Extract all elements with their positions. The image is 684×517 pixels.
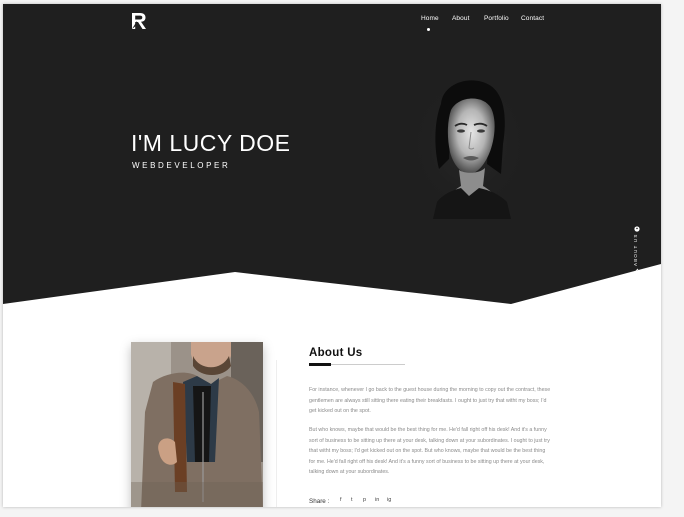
main-nav: Home About Portfolio Contact (3, 15, 661, 35)
hero-title: I'M LUCY DOE (131, 130, 291, 156)
nav-item-portfolio[interactable]: Portfolio (484, 15, 509, 22)
share-label: Share : (309, 498, 330, 505)
portrait-image (407, 74, 531, 219)
divider-line (276, 360, 277, 507)
mouse-scroll-icon (634, 226, 640, 232)
page: Home About Portfolio Contact I'M LUCY DO… (3, 4, 661, 507)
nav-item-contact[interactable]: Contact (521, 15, 544, 22)
about-title-accent-bar (309, 363, 331, 366)
facebook-icon[interactable]: f (340, 497, 342, 503)
man-with-backpack-image (131, 342, 263, 507)
hero-section: Home About Portfolio Contact I'M LUCY DO… (3, 4, 661, 304)
about-photo (131, 342, 263, 507)
about-us-scroll-link[interactable]: ABOUT US (631, 226, 645, 276)
instagram-icon[interactable]: ig (387, 497, 391, 503)
hero-subtitle: WEBDEVELOPER (132, 161, 231, 170)
nav-active-indicator (427, 28, 430, 31)
linkedin-icon[interactable]: in (375, 497, 379, 503)
pinterest-icon[interactable]: p (363, 497, 366, 503)
nav-item-about[interactable]: About (452, 15, 470, 22)
about-paragraph-1: For instance, whenever I go back to the … (309, 387, 551, 415)
chevron-left-icon (635, 268, 639, 274)
about-title: About Us (309, 347, 363, 359)
browser-frame: Home About Portfolio Contact I'M LUCY DO… (0, 0, 684, 517)
twitter-icon[interactable]: t (351, 497, 353, 503)
nav-item-home[interactable]: Home (421, 15, 439, 22)
about-paragraph-2: But who knows, maybe that would be the b… (309, 427, 550, 476)
about-us-vertical-label: ABOUT US (633, 233, 638, 266)
